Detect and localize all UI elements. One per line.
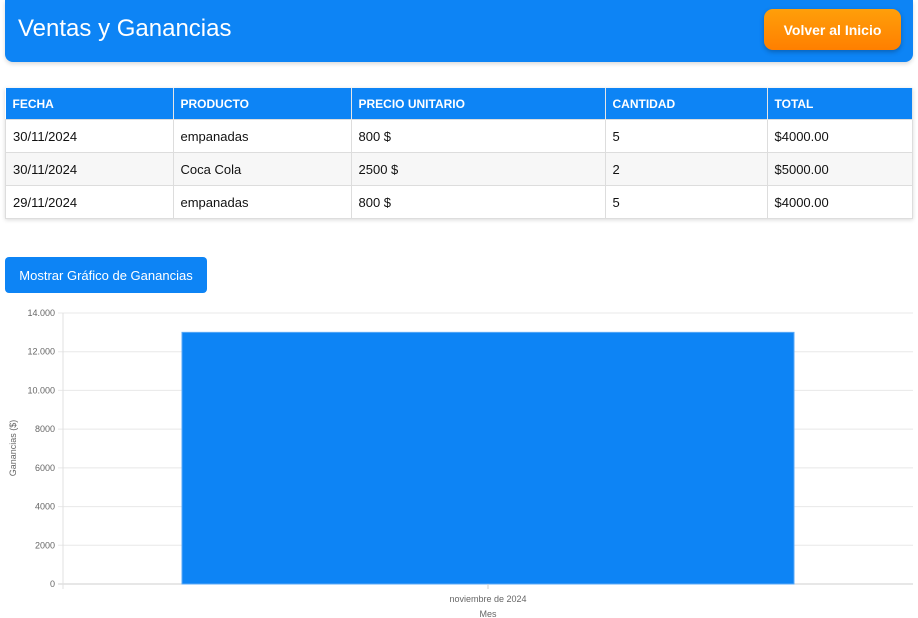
y-tick-label: 2000 (35, 540, 55, 550)
cell-cantidad: 5 (604, 185, 768, 219)
y-tick-label: 12.000 (27, 347, 55, 357)
cell-fecha: 30/11/2024 (5, 119, 174, 153)
x-tick-label: noviembre de 2024 (449, 594, 526, 604)
table-row: 30/11/2024 Coca Cola 2500 $ 2 $5000.00 (5, 152, 913, 186)
cell-producto: Coca Cola (172, 152, 352, 186)
column-header-cantidad: CANTIDAD (605, 88, 768, 120)
y-tick-label: 14.000 (27, 308, 55, 318)
table-row: 30/11/2024 empanadas 800 $ 5 $4000.00 (5, 119, 913, 153)
back-home-button[interactable]: Volver al Inicio (764, 9, 901, 50)
chart-bar (181, 331, 795, 585)
x-axis-ticks: noviembre de 2024 (449, 584, 527, 604)
cell-fecha: 30/11/2024 (5, 152, 174, 186)
table-row: 29/11/2024 empanadas 800 $ 5 $4000.00 (5, 185, 913, 219)
y-tick-label: 6000 (35, 463, 55, 473)
column-header-producto: PRODUCTO (173, 88, 352, 120)
cell-precio-unitario: 800 $ (350, 185, 606, 219)
cell-cantidad: 5 (604, 119, 768, 153)
x-axis-label: Mes (479, 609, 497, 618)
cell-producto: empanadas (172, 119, 352, 153)
cell-producto: empanadas (172, 185, 352, 219)
y-tick-label: 4000 (35, 502, 55, 512)
y-tick-label: 0 (50, 579, 55, 589)
table-header-row: FECHA PRODUCTO PRECIO UNITARIO CANTIDAD … (5, 88, 913, 120)
sales-table: FECHA PRODUCTO PRECIO UNITARIO CANTIDAD … (5, 88, 913, 219)
y-tick-label: 8000 (35, 424, 55, 434)
cell-fecha: 29/11/2024 (5, 185, 174, 219)
y-axis-label: Ganancias ($) (8, 420, 18, 477)
y-axis-ticks: 0 2000 4000 6000 8000 10.000 12.000 14.000 (27, 308, 55, 589)
cell-cantidad: 2 (604, 152, 768, 186)
column-header-fecha: FECHA (5, 88, 174, 120)
chart-bars (181, 331, 795, 585)
page-title: Ventas y Ganancias (18, 15, 232, 42)
cell-precio-unitario: 2500 $ (350, 152, 606, 186)
show-profit-chart-button[interactable]: Mostrar Gráfico de Ganancias (5, 257, 207, 293)
cell-total: $4000.00 (766, 119, 913, 153)
column-header-total: TOTAL (767, 88, 913, 120)
page-header: Ventas y Ganancias Volver al Inicio (5, 0, 913, 62)
cell-precio-unitario: 800 $ (350, 119, 606, 153)
profit-chart: 0 2000 4000 6000 8000 10.000 12.000 14.000 novi… (8, 308, 913, 618)
column-header-precio-unitario: PRECIO UNITARIO (351, 88, 606, 120)
y-tick-label: 10.000 (27, 385, 55, 395)
cell-total: $5000.00 (766, 152, 913, 186)
cell-total: $4000.00 (766, 185, 913, 219)
